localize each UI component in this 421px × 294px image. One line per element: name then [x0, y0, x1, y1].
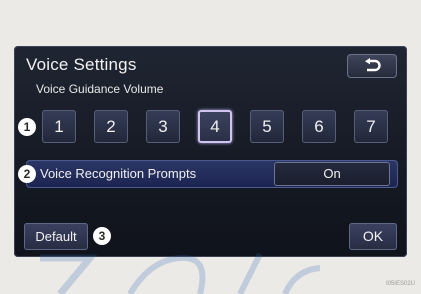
- callout-2: 2: [18, 165, 36, 183]
- image-code: I05IES02U: [385, 281, 415, 287]
- voice-recognition-prompts-toggle[interactable]: On: [274, 162, 390, 186]
- volume-button-row: 1 2 3 4 5 6 7: [42, 110, 392, 144]
- voice-recognition-prompts-label: Voice Recognition Prompts: [40, 166, 197, 181]
- volume-button-6[interactable]: 6: [302, 110, 336, 143]
- manual-page-frame: Voice Settings Voice Guidance Volume 1 1…: [0, 0, 421, 294]
- watermark: [40, 252, 321, 294]
- volume-button-5[interactable]: 5: [250, 110, 284, 143]
- return-arrow-icon: [365, 58, 381, 72]
- back-button[interactable]: [347, 54, 397, 78]
- volume-button-2[interactable]: 2: [94, 110, 128, 143]
- voice-settings-screen: Voice Settings Voice Guidance Volume 1 1…: [14, 46, 407, 257]
- voice-recognition-prompts-row[interactable]: Voice Recognition Prompts On: [26, 160, 398, 188]
- voice-guidance-volume-label: Voice Guidance Volume: [36, 82, 164, 96]
- default-button[interactable]: Default: [24, 223, 88, 250]
- callout-1: 1: [18, 118, 36, 136]
- callout-3: 3: [93, 227, 111, 245]
- ok-button[interactable]: OK: [349, 223, 397, 250]
- volume-button-7[interactable]: 7: [354, 110, 388, 143]
- volume-button-1[interactable]: 1: [42, 110, 76, 143]
- volume-button-4[interactable]: 4: [198, 110, 232, 143]
- page-title: Voice Settings: [26, 55, 137, 74]
- volume-button-3[interactable]: 3: [146, 110, 180, 143]
